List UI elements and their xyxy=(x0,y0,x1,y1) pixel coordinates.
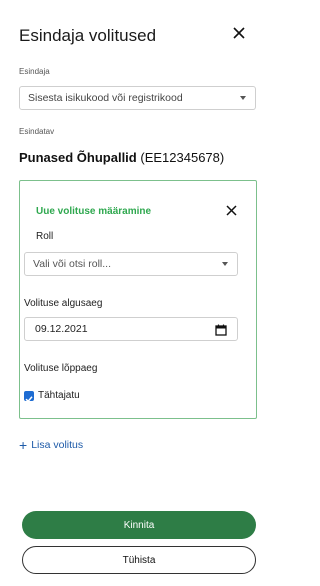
mandate-card-title: Uue volituse määramine xyxy=(36,206,152,217)
represented-name: Punased Õhupallid xyxy=(19,150,137,165)
role-select[interactable]: Vali või otsi roll... xyxy=(24,252,238,276)
confirm-button[interactable]: Kinnita xyxy=(22,511,256,539)
add-mandate-link[interactable]: + Lisa volitus xyxy=(19,437,84,453)
calendar-icon[interactable] xyxy=(215,324,227,339)
represented-code: (EE12345678) xyxy=(140,150,225,165)
cancel-button[interactable]: Tühista xyxy=(22,546,256,574)
close-icon[interactable] xyxy=(225,204,238,217)
indefinite-label[interactable]: Tähtajatu xyxy=(38,390,80,401)
close-icon[interactable] xyxy=(230,24,248,42)
start-date-value: 09.12.2021 xyxy=(35,323,88,335)
checkmark-icon xyxy=(25,396,33,403)
represented-entity: Punased Õhupallid (EE12345678) xyxy=(19,150,224,165)
represented-label: Esindatav xyxy=(19,127,55,136)
chevron-down-icon xyxy=(222,262,228,266)
plus-icon: + xyxy=(19,437,28,453)
role-select-placeholder: Vali või otsi roll... xyxy=(33,258,111,270)
role-label: Roll xyxy=(36,231,54,242)
add-mandate-label: Lisa volitus xyxy=(31,439,84,451)
representative-select-placeholder: Sisesta isikukood või registrikood xyxy=(28,92,183,104)
start-date-label: Volituse algusaeg xyxy=(24,298,103,309)
start-date-input[interactable]: 09.12.2021 xyxy=(24,317,238,341)
indefinite-checkbox[interactable] xyxy=(24,391,34,403)
representative-label: Esindaja xyxy=(19,67,50,76)
end-date-label: Volituse lõppaeg xyxy=(24,363,98,374)
chevron-down-icon xyxy=(240,96,246,100)
dialog-title: Esindaja volitused xyxy=(19,26,157,45)
representative-select[interactable]: Sisesta isikukood või registrikood xyxy=(19,86,256,110)
